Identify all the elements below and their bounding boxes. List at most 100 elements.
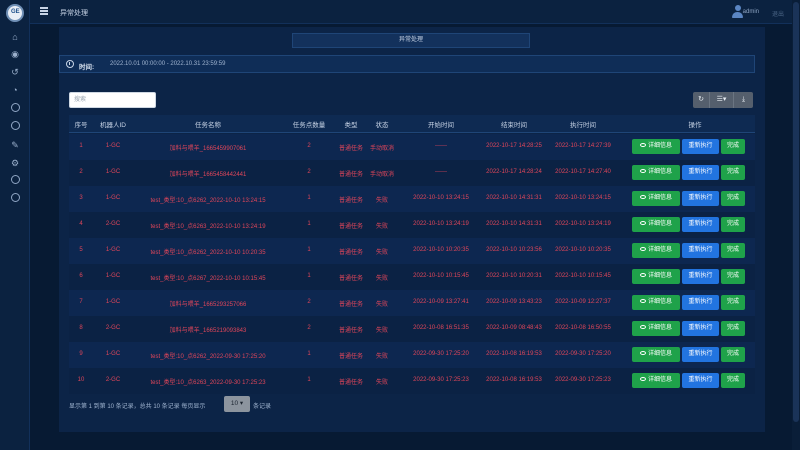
- time-range-bar: 时间: 2022.10.01 00:00:00 - 2022.10.31 23:…: [59, 55, 755, 73]
- wrench-icon[interactable]: ✎: [9, 139, 21, 151]
- eye-icon[interactable]: ◉: [9, 48, 21, 60]
- table-cell: 2022-09-30 17:25:20: [555, 351, 611, 357]
- done-button[interactable]: 完成: [721, 321, 745, 336]
- detail-button[interactable]: 详细信息: [632, 373, 680, 388]
- detail-button[interactable]: 详细信息: [632, 217, 680, 232]
- table-row: 4 2-GC test_类型:10_点6263_2022-10-10 13:24:1…: [69, 212, 755, 238]
- eye-icon: [639, 143, 646, 147]
- table-cell: 2022-10-17 14:28:24: [486, 169, 542, 175]
- redo-button[interactable]: 重新执行: [682, 243, 719, 258]
- username[interactable]: admin: [743, 9, 759, 15]
- download-icon[interactable]: ⤓: [733, 92, 753, 108]
- page-size-select[interactable]: 10 ▾: [224, 396, 250, 412]
- logout-link[interactable]: 退出: [772, 9, 784, 18]
- redo-button[interactable]: 重新执行: [682, 191, 719, 206]
- circle-icon[interactable]: [11, 103, 20, 112]
- clock-icon: [66, 60, 74, 68]
- gear-icon[interactable]: ⚙: [9, 157, 21, 169]
- detail-button[interactable]: 详细信息: [632, 243, 680, 258]
- page-scrollbar[interactable]: [792, 0, 800, 450]
- detail-button[interactable]: 详细信息: [632, 321, 680, 336]
- column-header: 任务名称: [195, 122, 221, 129]
- table-cell: 2022-10-08 16:19:53: [486, 351, 542, 357]
- refresh-icon[interactable]: ↻: [693, 92, 709, 108]
- detail-button[interactable]: 详细信息: [632, 191, 680, 206]
- done-button[interactable]: 完成: [721, 191, 745, 206]
- done-button[interactable]: 完成: [721, 373, 745, 388]
- detail-button-label: 详细信息: [647, 299, 672, 305]
- search-input[interactable]: 搜索: [69, 92, 156, 108]
- done-button[interactable]: 完成: [721, 139, 745, 154]
- table-row: 6 1-GC test_类型:10_点6267_2022-10-10 10:15:4…: [69, 264, 755, 290]
- redo-button[interactable]: 重新执行: [682, 295, 719, 310]
- detail-button-label: 详细信息: [647, 143, 672, 149]
- column-header: 开始时间: [428, 122, 454, 129]
- table-cell: 加料与喂羊_1665293257066: [169, 302, 247, 308]
- table-cell: 2022-10-17 14:27:40: [555, 169, 611, 175]
- table-cell: 2022-10-10 13:24:19: [413, 221, 469, 227]
- redo-button[interactable]: 重新执行: [682, 165, 719, 180]
- table-cell: 2022-10-17 14:27:39: [555, 143, 611, 149]
- pie-chart-icon[interactable]: ◔: [9, 84, 21, 96]
- detail-button[interactable]: 详细信息: [632, 139, 680, 154]
- table-cell: 2022-10-08 16:50:55: [555, 325, 611, 331]
- table-cell: 2022-10-10 10:20:35: [413, 247, 469, 253]
- redo-button[interactable]: 重新执行: [682, 347, 719, 362]
- table-cell: 加料与喂羊_1665219093843: [169, 328, 247, 334]
- table-cell: 2022-09-30 17:25:20: [413, 351, 469, 357]
- pagination-suffix: 条记录: [253, 404, 272, 410]
- detail-button[interactable]: 详细信息: [632, 295, 680, 310]
- detail-button[interactable]: 详细信息: [632, 347, 680, 362]
- home-icon[interactable]: ⌂: [9, 31, 21, 43]
- circle-icon[interactable]: [11, 121, 20, 130]
- eye-icon: [639, 325, 646, 329]
- table-cell: 2022-10-08 16:51:35: [413, 325, 469, 331]
- detail-button[interactable]: 详细信息: [632, 165, 680, 180]
- detail-button[interactable]: 详细信息: [632, 269, 680, 284]
- done-button[interactable]: 完成: [721, 165, 745, 180]
- eye-icon: [639, 169, 646, 173]
- table-cell: 2022-10-09 08:48:43: [486, 325, 542, 331]
- table-toolbar: ↻ ☰▾ ⤓: [693, 92, 753, 108]
- eye-icon: [639, 351, 646, 355]
- circle-icon[interactable]: [11, 193, 20, 202]
- table-cell: ------: [435, 169, 447, 175]
- table-cell: 2022-09-30 17:25:23: [413, 377, 469, 383]
- table-cell: test_类型:10_点6267_2022-10-10 10:15:45: [150, 276, 266, 282]
- done-button[interactable]: 完成: [721, 347, 745, 362]
- menu-icon[interactable]: [40, 7, 48, 15]
- redo-button[interactable]: 重新执行: [682, 269, 719, 284]
- detail-button-label: 详细信息: [647, 377, 672, 383]
- redo-button[interactable]: 重新执行: [682, 373, 719, 388]
- table-cell: 加料与喂羊_1665459907061: [169, 146, 247, 152]
- redo-button[interactable]: 重新执行: [682, 139, 719, 154]
- table-cell: 2022-10-10 10:20:35: [555, 247, 611, 253]
- table-row: 1 1-GC 加料与喂羊_1665459907061 2 普通任务 手动取消 ------ 2…: [69, 134, 755, 160]
- table-cell: 2022-10-10 10:20:31: [486, 273, 542, 279]
- done-button[interactable]: 完成: [721, 243, 745, 258]
- column-header: 状态: [375, 122, 389, 129]
- table-cell: 2022-10-09 12:27:37: [555, 299, 611, 305]
- table-cell: 2022-09-30 17:25:23: [555, 377, 611, 383]
- detail-button-label: 详细信息: [647, 325, 672, 331]
- detail-button-label: 详细信息: [647, 169, 672, 175]
- columns-icon[interactable]: ☰▾: [709, 92, 733, 108]
- table-row: 10 2-GC test_类型:10_点6263_2022-09-30 17:25:…: [69, 368, 755, 394]
- table-cell: 2022-10-10 10:23:56: [486, 247, 542, 253]
- table-row: 9 1-GC test_类型:10_点6262_2022-09-30 17:25:2…: [69, 342, 755, 368]
- circle-icon[interactable]: [11, 175, 20, 184]
- table-row: 8 2-GC 加料与喂羊_1665219093843 2 普通任务 失败 2022-10-0…: [69, 316, 755, 342]
- detail-button-label: 详细信息: [647, 247, 672, 253]
- done-button[interactable]: 完成: [721, 217, 745, 232]
- history-icon[interactable]: ↺: [9, 66, 21, 78]
- redo-button[interactable]: 重新执行: [682, 217, 719, 232]
- done-button[interactable]: 完成: [721, 269, 745, 284]
- app-logo[interactable]: GE: [6, 4, 24, 22]
- detail-button-label: 详细信息: [647, 351, 672, 357]
- redo-button[interactable]: 重新执行: [682, 321, 719, 336]
- done-button[interactable]: 完成: [721, 295, 745, 310]
- table-cell: 2022-10-10 10:15:45: [555, 273, 611, 279]
- section-header: 异常处理: [292, 33, 530, 48]
- table-cell: test_类型:10_点6263_2022-10-10 13:24:19: [150, 224, 266, 230]
- eye-icon: [639, 195, 646, 199]
